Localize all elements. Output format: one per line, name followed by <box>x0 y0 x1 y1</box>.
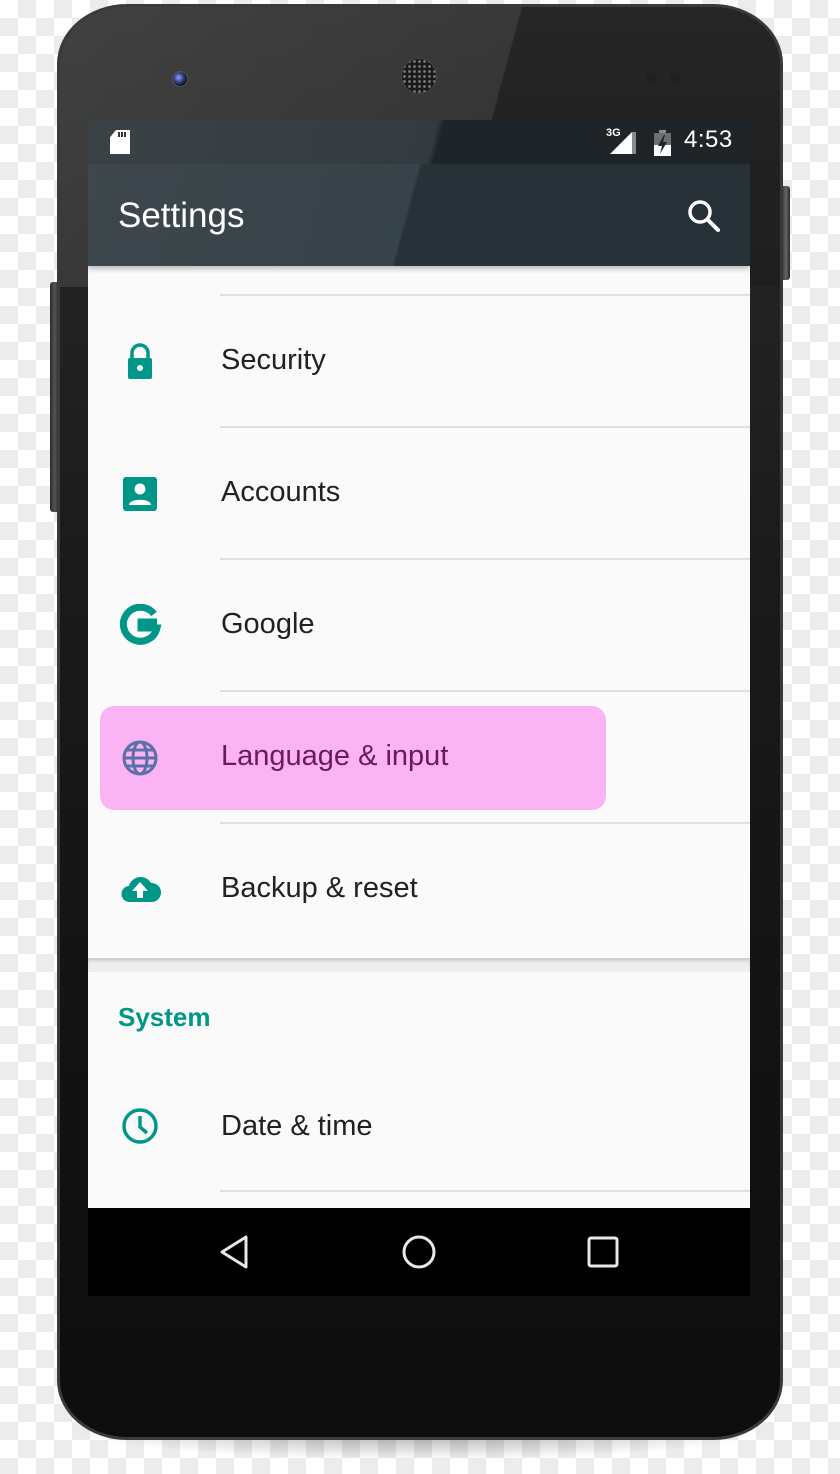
power-button <box>782 186 790 280</box>
battery-charging-icon <box>654 130 671 156</box>
settings-item-label: Date & time <box>221 1110 373 1142</box>
search-icon[interactable] <box>684 196 724 236</box>
page-title: Settings <box>118 196 245 235</box>
settings-item-language-input[interactable]: Language & input <box>88 692 750 824</box>
settings-item-accounts[interactable]: Accounts <box>88 428 750 560</box>
sd-card-icon <box>110 130 130 154</box>
settings-item-security[interactable]: Security <box>88 296 750 428</box>
navigation-bar <box>88 1208 750 1296</box>
settings-item-label: Accounts <box>221 476 341 508</box>
status-clock: 4:53 <box>684 126 733 153</box>
app-toolbar: Settings <box>88 164 750 266</box>
settings-item-label: Security <box>221 344 326 376</box>
settings-item-google[interactable]: Google <box>88 560 750 692</box>
divider <box>220 1190 750 1192</box>
settings-item-backup-reset[interactable]: Backup & reset <box>88 824 750 956</box>
light-sensor <box>670 74 680 84</box>
settings-item-date-time[interactable]: Date & time <box>88 1060 750 1192</box>
earpiece-speaker <box>401 58 437 94</box>
settings-item-label: Backup & reset <box>221 872 418 904</box>
front-camera <box>172 71 188 87</box>
account-box-icon <box>123 477 157 511</box>
settings-item-label: Language & input <box>221 740 449 772</box>
clock-icon <box>122 1108 158 1144</box>
screen: 3G 4:53 Settings Security Accounts Googl… <box>88 120 750 1296</box>
section-header-system: System <box>118 1002 211 1032</box>
signal-icon <box>610 132 636 154</box>
google-icon <box>119 604 162 645</box>
recents-icon[interactable] <box>583 1232 623 1272</box>
cloud-upload-icon <box>121 877 162 903</box>
home-icon[interactable] <box>399 1232 439 1272</box>
lock-icon <box>128 343 152 379</box>
proximity-sensor <box>646 74 656 84</box>
section-separator <box>88 958 750 972</box>
status-bar: 3G 4:53 <box>88 120 750 164</box>
globe-icon <box>122 740 158 776</box>
back-icon[interactable] <box>216 1232 256 1272</box>
settings-item-label: Google <box>221 608 315 640</box>
